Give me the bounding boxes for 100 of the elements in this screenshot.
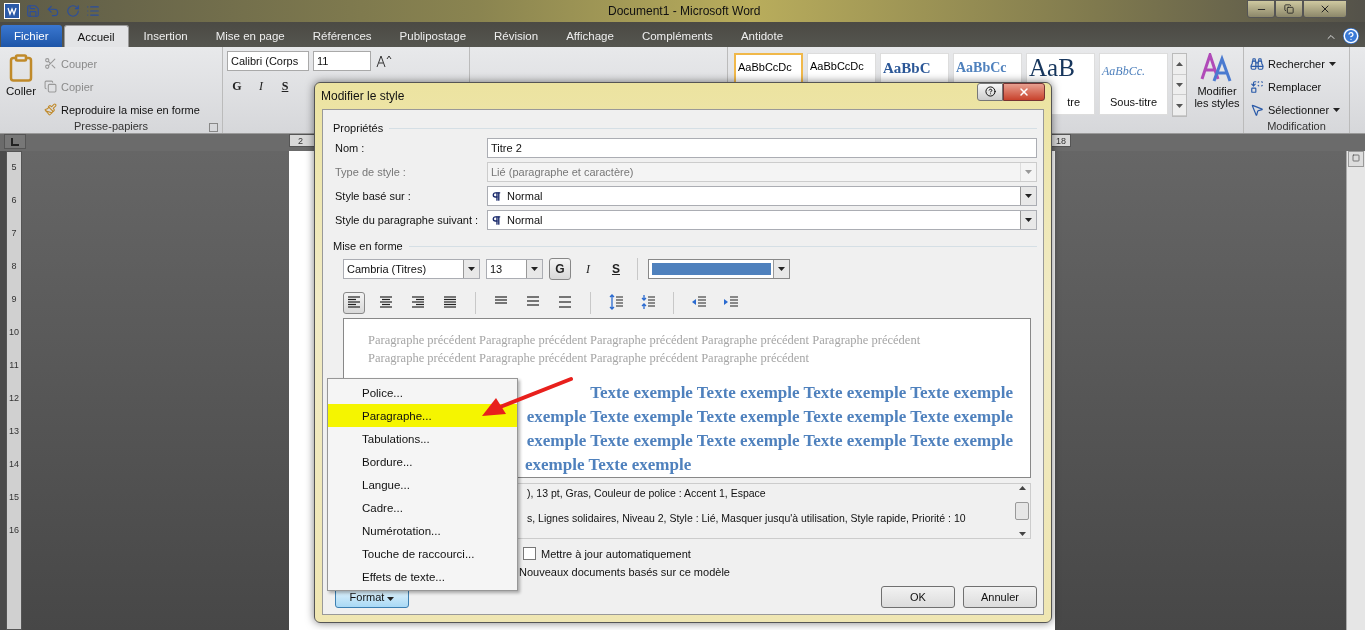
help-icon[interactable] (1343, 28, 1359, 44)
caret-icon (1176, 103, 1183, 108)
find-button[interactable]: Rechercher (1248, 53, 1343, 74)
scroll-thumb[interactable] (1015, 502, 1029, 520)
ruler-number: 6 (11, 195, 17, 205)
window-title: Document1 - Microsoft Word (607, 4, 762, 18)
checkbox-label: Mettre à jour automatiquement (541, 547, 691, 560)
restore-icon (1284, 4, 1294, 14)
ribbon-tab[interactable]: Compléments (628, 25, 726, 47)
scroll-up-icon[interactable] (1018, 486, 1026, 490)
paste-button[interactable]: Coller (4, 51, 39, 120)
more-button[interactable] (1173, 95, 1186, 116)
font-dropdown[interactable]: Cambria (Titres) (343, 259, 480, 279)
binoculars-icon (1250, 56, 1264, 71)
menu-item[interactable]: Effets de texte... (328, 565, 517, 588)
format-toggle-button[interactable]: I (251, 79, 271, 94)
dialog-title: Modifier le style (321, 89, 406, 103)
painter-button[interactable]: Reproduire la mise en forme (42, 99, 202, 120)
caret-icon (531, 267, 538, 271)
paintbrush-icon (44, 103, 58, 116)
close-button[interactable] (1303, 0, 1347, 18)
ruler-number: 16 (9, 525, 19, 535)
format-toggle-button[interactable]: G (227, 79, 247, 94)
dropdown-button[interactable] (1020, 187, 1036, 205)
menu-item[interactable]: Cadre... (328, 496, 517, 519)
ribbon-tab[interactable]: Insertion (130, 25, 201, 47)
scroll-down-button[interactable] (1173, 74, 1186, 96)
align-center-icon (378, 294, 394, 309)
menu-item[interactable]: Langue... (328, 473, 517, 496)
copy-icon (44, 80, 58, 93)
dropdown-button[interactable] (1020, 211, 1036, 229)
ruler-number: 13 (9, 426, 19, 436)
preview-text: Paragraphe précédent Paragraphe précédent Paragraphe précédent Paragraphe précédent (368, 350, 811, 367)
style-tile[interactable]: AaBbCc. Sous-titre (1099, 53, 1168, 115)
cancel-button[interactable]: Annuler (963, 586, 1037, 608)
format-toggle-button[interactable]: S (275, 79, 295, 94)
ribbon-tab[interactable]: Références (299, 25, 385, 47)
menu-item[interactable]: Touche de raccourci... (328, 542, 517, 565)
scrollbar[interactable] (1346, 151, 1365, 630)
ribbon-tab[interactable]: Accueil (63, 25, 129, 47)
scroll-down-icon[interactable] (1018, 532, 1026, 536)
select-button[interactable]: Sélectionner (1248, 99, 1343, 120)
bold-button[interactable]: G (549, 258, 571, 280)
restore-button[interactable] (1275, 0, 1303, 18)
scroll-up-button[interactable] (1173, 54, 1186, 75)
ribbon-tab[interactable]: Affichage (553, 25, 627, 47)
underline-button[interactable]: S (605, 258, 627, 280)
font-size-field[interactable]: 11 (313, 51, 371, 71)
dropdown-button[interactable] (773, 260, 789, 278)
ruler-number: 10 (9, 327, 19, 337)
dialog-launcher-icon[interactable] (209, 123, 218, 132)
group-title: Presse-papiers (74, 120, 148, 134)
square-icon (1352, 154, 1360, 162)
menu-item[interactable]: Police... (328, 381, 517, 404)
menu-item[interactable]: Numérotation... (328, 519, 517, 542)
menu-item[interactable]: Tabulations... (328, 427, 517, 450)
size-dropdown[interactable]: 13 (486, 259, 543, 279)
input-field[interactable]: Titre 2 (487, 138, 1037, 158)
menu-item[interactable]: Bordure... (328, 450, 517, 473)
sample-text: exemple Texte exemple (525, 454, 692, 476)
field-label: Style du paragraphe suivant : (335, 214, 480, 226)
tab-selector-icon[interactable] (4, 134, 26, 149)
caret-icon (778, 267, 785, 271)
menu-item[interactable]: Paragraphe... (328, 404, 517, 427)
dropdown-button[interactable] (526, 260, 542, 278)
sample-text: exemple Texte exemple Texte exemple Texte exemple Texte exemple (526, 406, 1013, 428)
replace-button[interactable]: Remplacer (1248, 76, 1343, 97)
grow-font-icon[interactable] (375, 53, 393, 69)
font-color-dropdown[interactable] (648, 259, 790, 279)
close-button[interactable] (1003, 83, 1045, 101)
dropdown-field[interactable]: Normal (487, 210, 1037, 230)
scissors-icon (44, 57, 58, 70)
italic-button[interactable]: I (577, 258, 599, 280)
ruler-number: 14 (9, 459, 19, 469)
ribbon-tab[interactable]: Fichier (1, 25, 62, 47)
description-text: s, Lignes solidaires, Niveau 2, Style : Lié, Masquer jusqu'à utilisation, Style rapide, Priorité : 10 (527, 512, 967, 524)
dropdown-field[interactable]: Normal (487, 186, 1037, 206)
description-text: ), 13 pt, Gras, Couleur de police : Accent 1, Espace (527, 487, 767, 499)
field-label: Nom : (335, 142, 366, 154)
checkbox[interactable] (523, 547, 536, 560)
ribbon-tab[interactable]: Mise en page (202, 25, 298, 47)
help-button[interactable] (977, 83, 1003, 101)
ribbon-tab[interactable]: Publipostage (386, 25, 480, 47)
caret-icon (1025, 194, 1032, 198)
dropdown-button[interactable] (463, 260, 479, 278)
ok-button[interactable]: OK (881, 586, 955, 608)
ruler-number: 9 (11, 294, 17, 304)
minimize-button[interactable] (1247, 0, 1275, 18)
scrollbar[interactable] (1014, 484, 1030, 538)
change-styles-button[interactable]: Modifier les styles (1191, 47, 1243, 109)
caret-icon (468, 267, 475, 271)
caret-icon (1025, 170, 1032, 174)
ruler-toggle-button[interactable] (1348, 151, 1364, 167)
ribbon-tab[interactable]: Révision (481, 25, 552, 47)
ruler-number: 18 (1056, 135, 1066, 146)
app-logo-icon (4, 3, 20, 19)
indent-increase-icon (723, 294, 739, 309)
font-name-field[interactable]: Calibri (Corps (227, 51, 309, 71)
paragraph-format-button[interactable] (343, 292, 365, 314)
ribbon-tab[interactable]: Antidote (727, 25, 797, 47)
